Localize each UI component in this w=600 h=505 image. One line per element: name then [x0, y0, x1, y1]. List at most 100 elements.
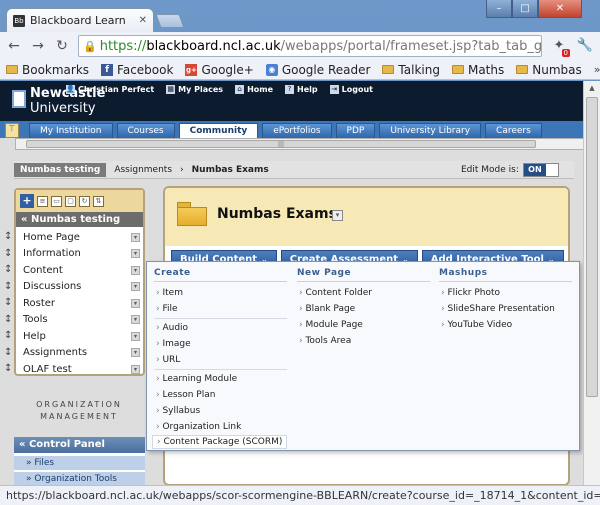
chevron-down-icon[interactable]: ▾	[131, 347, 140, 357]
sidebar-item-assignments[interactable]: Assignments ▾	[16, 344, 143, 360]
menu-item-module-page[interactable]: Module Page	[299, 320, 362, 330]
menu-item-item[interactable]: Item	[156, 288, 183, 298]
minimize-icon[interactable]: –	[486, 0, 512, 18]
tab-university-library[interactable]: University Library	[379, 123, 482, 138]
bb-header: Newcastle University 👤 Christian Perfect …	[0, 81, 600, 121]
menu-item-tools-area[interactable]: Tools Area	[299, 336, 351, 346]
bookmark-item[interactable]: ◉ Google Reader	[265, 63, 370, 77]
sidebar-item-roster[interactable]: Roster ▾	[16, 295, 143, 311]
crest-icon	[12, 90, 26, 108]
window-controls: – □ ✕	[486, 0, 596, 18]
menu-item-url[interactable]: URL	[156, 355, 180, 365]
folder-view-icon[interactable]: ▭	[51, 195, 62, 207]
chevron-down-icon[interactable]: ▾	[332, 210, 343, 221]
bookmark-item[interactable]: g+ Google+	[185, 63, 254, 77]
home-link[interactable]: ⌂ Home	[235, 84, 273, 94]
scroll-up-icon[interactable]: ▲	[584, 81, 600, 95]
menu-item-organization-link[interactable]: Organization Link	[156, 422, 241, 432]
bookmark-item[interactable]: Bookmarks	[6, 63, 89, 77]
sidebar-item-home-page[interactable]: Home Page ▾	[16, 229, 143, 245]
sidebar-item-discussions[interactable]: Discussions ▾	[16, 278, 143, 294]
notification-count: 0	[561, 49, 570, 57]
bookmark-item[interactable]: Maths	[451, 63, 504, 77]
close-tab-icon[interactable]: ✕	[139, 15, 147, 26]
menu-item-audio[interactable]: Audio	[156, 323, 188, 333]
sidebar-item-information[interactable]: Information ▾	[16, 245, 143, 261]
help-link[interactable]: ? Help	[285, 84, 318, 94]
tab-courses[interactable]: Courses	[116, 123, 175, 138]
bookmarks-bar: Bookmarks f Facebook g+ Google+ ◉ Google Re…	[0, 60, 600, 80]
menu-item-slideshare-presentation[interactable]: SlideShare Presentation	[441, 304, 554, 314]
bookmark-item[interactable]: Talking	[382, 63, 440, 77]
chevron-down-icon[interactable]: ▾	[131, 314, 140, 324]
folder-icon	[177, 202, 207, 226]
menu-item-file[interactable]: File	[156, 304, 177, 314]
reload-icon[interactable]: ↻	[54, 38, 70, 54]
scrollbar-thumb[interactable]	[586, 97, 598, 397]
sidebar-item-tools[interactable]: Tools ▾	[16, 311, 143, 327]
page-title: Numbas Exams	[217, 206, 337, 222]
menu-item-content-package-scorm[interactable]: Content Package (SCORM)	[152, 435, 288, 449]
edit-mode-toggle[interactable]: ON	[522, 163, 559, 177]
breadcrumb-course[interactable]: Numbas testing	[14, 162, 107, 177]
bookmarks-overflow-icon[interactable]: »	[594, 63, 600, 76]
my-places-link[interactable]: ▦ My Places	[166, 84, 223, 94]
browser-tab[interactable]: Bb Blackboard Learn ✕	[6, 8, 154, 32]
drag-handles[interactable]: ↕ ↕ ↕ ↕ ↕ ↕ ↕ ↕ ↕	[4, 229, 13, 378]
tab-eportfolios[interactable]: ePortfolios	[262, 123, 332, 138]
chevron-down-icon[interactable]: ▾	[131, 331, 140, 341]
chevron-down-icon[interactable]: ▾	[131, 265, 140, 275]
close-window-icon[interactable]: ✕	[538, 0, 582, 18]
menu-item-image[interactable]: Image	[156, 339, 190, 349]
sidebar-item-olaf-test[interactable]: OLAF test ▾	[16, 361, 143, 377]
chevron-down-icon[interactable]: ▾	[131, 232, 140, 242]
add-menu-item-button[interactable]: +	[20, 194, 34, 208]
chevron-down-icon[interactable]: ▾	[131, 364, 140, 374]
home-icon: ⌂	[235, 84, 245, 94]
tab-pdp[interactable]: PDP	[335, 123, 376, 138]
bookmark-item[interactable]: f Facebook	[101, 63, 173, 77]
google-plus-icon: g+	[185, 63, 198, 76]
user-name[interactable]: 👤 Christian Perfect	[66, 84, 154, 94]
chevron-down-icon[interactable]: ▾	[131, 281, 140, 291]
wrench-icon[interactable]: 🔧	[576, 37, 594, 55]
menu-item-blank-page[interactable]: Blank Page	[299, 304, 355, 314]
menu-item-syllabus[interactable]: Syllabus	[156, 406, 200, 416]
course-menu-title[interactable]: « Numbas testing	[16, 212, 143, 227]
address-bar[interactable]: 🔒 https:// blackboard.ncl.ac.uk /webapps…	[78, 35, 542, 57]
refresh-icon[interactable]: ↻	[79, 195, 90, 207]
bookmark-item[interactable]: Numbas	[516, 63, 582, 77]
window-icon[interactable]: ▢	[65, 195, 76, 207]
vertical-scrollbar[interactable]: ▲	[583, 81, 600, 485]
new-tab-button[interactable]	[155, 14, 185, 28]
menu-heading-new-page: New Page	[297, 268, 352, 278]
scrollbar-thumb[interactable]: |||	[26, 140, 536, 148]
sidebar-item-content[interactable]: Content ▾	[16, 262, 143, 278]
tab-my-institution[interactable]: My Institution	[29, 123, 113, 138]
chevron-down-icon[interactable]: ▾	[131, 248, 140, 258]
logout-link[interactable]: ⇥ Logout	[329, 84, 373, 94]
tab-careers[interactable]: Careers	[485, 123, 542, 138]
pin-icon[interactable]: ⊤	[5, 123, 19, 138]
forward-icon[interactable]: →	[30, 38, 46, 54]
back-icon[interactable]: ←	[6, 38, 22, 54]
list-view-icon[interactable]: ≡	[37, 195, 48, 207]
chevron-down-icon[interactable]: ▾	[131, 298, 140, 308]
horizontal-scrollbar[interactable]: |||	[15, 138, 585, 150]
menu-item-lesson-plan[interactable]: Lesson Plan	[156, 390, 215, 400]
organization-management-heading: ORGANIZATION MANAGEMENT	[36, 400, 122, 421]
menu-divider	[297, 281, 430, 282]
control-panel-item-files[interactable]: » Files	[14, 455, 145, 470]
menu-item-learning-module[interactable]: Learning Module	[156, 374, 237, 384]
breadcrumb-section[interactable]: Assignments	[114, 165, 172, 175]
control-panel-title[interactable]: « Control Panel	[14, 437, 145, 453]
maximize-icon[interactable]: □	[512, 0, 538, 18]
menu-item-youtube-video[interactable]: YouTube Video	[441, 320, 512, 330]
reorder-icon[interactable]: ⇅	[93, 195, 104, 207]
extension-icon[interactable]: ✦ 0	[550, 37, 570, 57]
sidebar-item-help[interactable]: Help ▾	[16, 328, 143, 344]
menu-item-content-folder[interactable]: Content Folder	[299, 288, 371, 298]
menu-item-flickr-photo[interactable]: Flickr Photo	[441, 288, 500, 298]
control-panel-item-organization-tools[interactable]: » Organization Tools	[14, 471, 145, 485]
tab-community[interactable]: Community	[178, 123, 259, 138]
